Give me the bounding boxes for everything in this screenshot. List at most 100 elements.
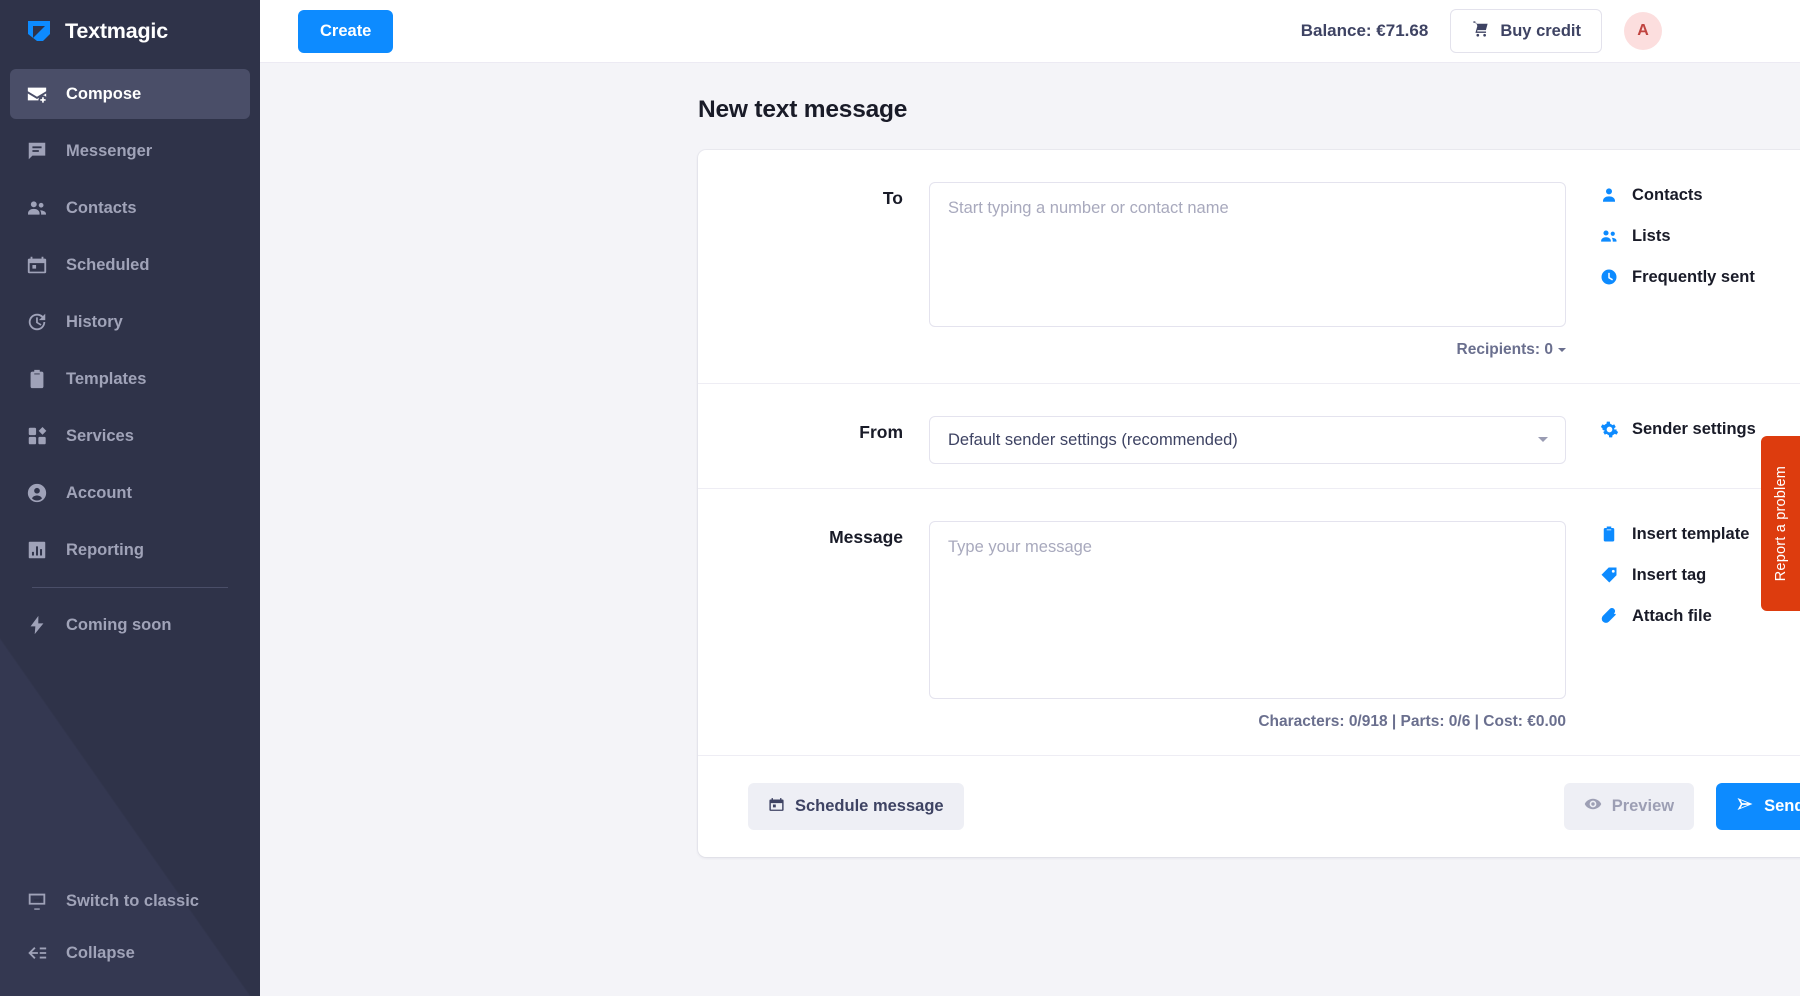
lists-link[interactable]: Lists [1599,226,1755,246]
attach-file-label: Attach file [1632,606,1712,625]
from-label: From [859,422,903,442]
sidebar-item-scheduled[interactable]: Scheduled [10,240,250,290]
sidebar-item-label: Coming soon [66,615,172,634]
footer-right: Preview Send now [1563,783,1800,830]
sidebar-item-label: Templates [66,369,147,388]
insert-template-label: Insert template [1632,524,1750,543]
user-circle-icon [26,482,48,504]
sidebar-item-label: Account [66,483,132,502]
brand[interactable]: Textmagic [0,0,260,63]
sidebar: Textmagic Compose Messenger Contacts Sch… [0,0,260,996]
sidebar-item-label: History [66,312,123,331]
textmagic-logo-icon [26,19,52,45]
sidebar-item-collapse[interactable]: Collapse [10,928,250,978]
sidebar-item-label: Services [66,426,134,445]
to-side-links: Contacts Lists Frequently sent [1566,182,1755,359]
from-field-col: Default sender settings (recommended) [929,416,1566,464]
sidebar-item-contacts[interactable]: Contacts [10,183,250,233]
switch-screen-icon [26,890,48,912]
report-a-problem-label: Report a problem [1772,465,1789,582]
template-clipboard-icon [1599,524,1619,544]
buy-credit-label: Buy credit [1500,21,1581,40]
chevron-down-icon [1558,348,1566,356]
brand-name: Textmagic [65,19,168,43]
paper-plane-icon [1736,795,1754,818]
gear-icon [1599,419,1619,439]
compose-card: To Recipients: 0 [698,150,1800,857]
card-footer: Schedule message Preview Send [698,756,1800,857]
topbar-right: Balance: €71.68 Buy credit A [1301,9,1772,53]
recipients-counter[interactable]: Recipients: 0 [929,327,1566,359]
schedule-message-label: Schedule message [795,797,944,815]
sidebar-item-reporting[interactable]: Reporting [10,525,250,575]
avatar[interactable]: A [1624,12,1662,50]
sender-select-wrap: Default sender settings (recommended) [929,416,1566,464]
preview-button[interactable]: Preview [1563,783,1695,830]
preview-label: Preview [1611,797,1675,815]
buy-credit-button[interactable]: Buy credit [1450,9,1602,53]
sidebar-nav: Compose Messenger Contacts Scheduled His… [0,63,260,657]
send-now-button[interactable]: Send now [1716,783,1800,830]
message-row: Message Characters: 0/918 | Parts: 0/6 |… [698,489,1800,756]
to-body: Recipients: 0 Contacts [929,150,1800,383]
frequently-sent-link-label: Frequently sent [1632,267,1755,286]
sidebar-item-messenger[interactable]: Messenger [10,126,250,176]
sidebar-item-label: Reporting [66,540,144,559]
sender-select[interactable]: Default sender settings (recommended) [929,416,1566,464]
sidebar-item-compose[interactable]: Compose [10,69,250,119]
contacts-link[interactable]: Contacts [1599,185,1755,205]
from-row: From Default sender settings (recommende… [698,384,1800,489]
message-label: Message [829,527,903,547]
bar-chart-icon [26,539,48,561]
send-now-label: Send now [1764,797,1800,815]
sidebar-item-history[interactable]: History [10,297,250,347]
sidebar-item-account[interactable]: Account [10,468,250,518]
insert-template-link[interactable]: Insert template [1599,524,1749,544]
sender-settings-link[interactable]: Sender settings [1599,419,1756,439]
sidebar-item-label: Collapse [66,943,135,962]
page-title: New text message [698,96,908,123]
shopping-cart-icon [1471,19,1490,43]
history-clock-icon [26,311,48,333]
paperclip-icon [1599,606,1619,626]
insert-tag-link[interactable]: Insert tag [1599,565,1749,585]
to-label: To [882,188,903,208]
tag-icon [1599,565,1619,585]
sender-settings-label: Sender settings [1632,419,1756,438]
message-input[interactable] [929,521,1566,699]
frequently-sent-link[interactable]: Frequently sent [1599,267,1755,287]
recipients-counter-label: Recipients: 0 [1456,341,1553,358]
eye-icon [1584,795,1602,818]
collapse-arrow-icon [26,942,48,964]
content-area: New text message To Recipients: 0 [260,63,1800,996]
sidebar-item-label: Contacts [66,198,137,217]
to-input[interactable] [929,182,1566,327]
lightning-bolt-icon [26,614,48,636]
contacts-link-label: Contacts [1632,185,1703,204]
from-side-links: Sender settings [1566,416,1756,464]
message-field-col: Characters: 0/918 | Parts: 0/6 | Cost: €… [929,521,1566,731]
compose-mail-icon [26,83,48,105]
sidebar-item-label: Switch to classic [66,891,199,910]
sidebar-item-coming-soon[interactable]: Coming soon [10,600,250,650]
message-counter: Characters: 0/918 | Parts: 0/6 | Cost: €… [1258,713,1566,730]
balance-label: Balance: €71.68 [1300,21,1429,40]
schedule-message-button[interactable]: Schedule message [748,783,964,830]
insert-tag-label: Insert tag [1632,565,1707,584]
clipboard-icon [26,368,48,390]
sidebar-item-templates[interactable]: Templates [10,354,250,404]
message-body: Characters: 0/918 | Parts: 0/6 | Cost: €… [929,489,1800,755]
app-root: Textmagic Compose Messenger Contacts Sch… [0,0,1800,996]
sidebar-item-label: Compose [66,84,142,103]
chat-bubble-icon [26,140,48,162]
sidebar-item-switch-to-classic[interactable]: Switch to classic [10,876,250,926]
calendar-icon [768,796,785,818]
sidebar-item-label: Scheduled [66,255,150,274]
sidebar-bottom: Switch to classic Collapse [0,876,260,996]
create-button[interactable]: Create [298,9,394,53]
sidebar-item-services[interactable]: Services [10,411,250,461]
report-a-problem-tab[interactable]: Report a problem [1761,436,1800,611]
attach-file-link[interactable]: Attach file [1599,606,1749,626]
lists-link-label: Lists [1632,226,1671,245]
sidebar-item-label: Messenger [66,141,153,160]
